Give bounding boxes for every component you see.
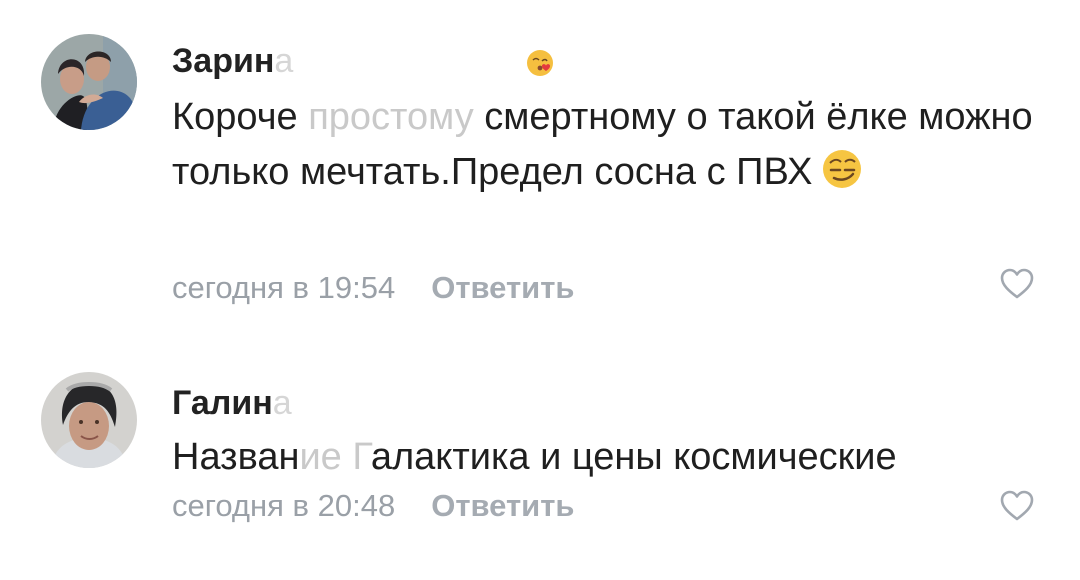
comment-time: сегодня в 20:48 [172, 488, 396, 523]
reply-button[interactable]: Ответить [431, 270, 574, 305]
comment-text-faded: простому [308, 96, 474, 138]
avatar[interactable] [41, 34, 137, 130]
smirk-emoji-icon [823, 150, 862, 188]
heart-outline-icon[interactable] [999, 490, 1035, 522]
comment-item: Галина Название Галактика и цены космиче… [0, 330, 1080, 580]
heart-outline-icon[interactable] [999, 268, 1035, 300]
comment-meta: сегодня в 20:48 Ответить [172, 488, 574, 524]
author-name-faded: а [274, 42, 294, 80]
author-name: Галин [172, 384, 273, 422]
comment-meta: сегодня в 19:54 Ответить [172, 270, 574, 306]
comment-author[interactable]: Галина [172, 384, 292, 423]
comment-text-part: Короче [172, 96, 309, 138]
kissing-heart-emoji-icon [527, 50, 553, 76]
author-name-faded: а [272, 384, 292, 422]
comment-text-part: Назван [172, 436, 300, 478]
comment-time: сегодня в 19:54 [172, 270, 396, 305]
reply-button[interactable]: Ответить [431, 488, 574, 523]
author-name: Зарин [172, 42, 275, 80]
avatar-photo [41, 34, 137, 130]
comment-author[interactable]: Зарина [172, 42, 293, 81]
comment-item: Зарина Короче простому смертному о такой… [0, 0, 1080, 330]
comment-text: Название Галактика и цены космические [172, 430, 1042, 485]
comment-text-faded: ие Г [299, 436, 371, 478]
avatar-photo [41, 372, 137, 468]
comment-text: Короче простому смертному о такой ёлке м… [172, 90, 1042, 200]
avatar[interactable] [41, 372, 137, 468]
comment-text-part: алактика и цены космические [370, 436, 897, 478]
